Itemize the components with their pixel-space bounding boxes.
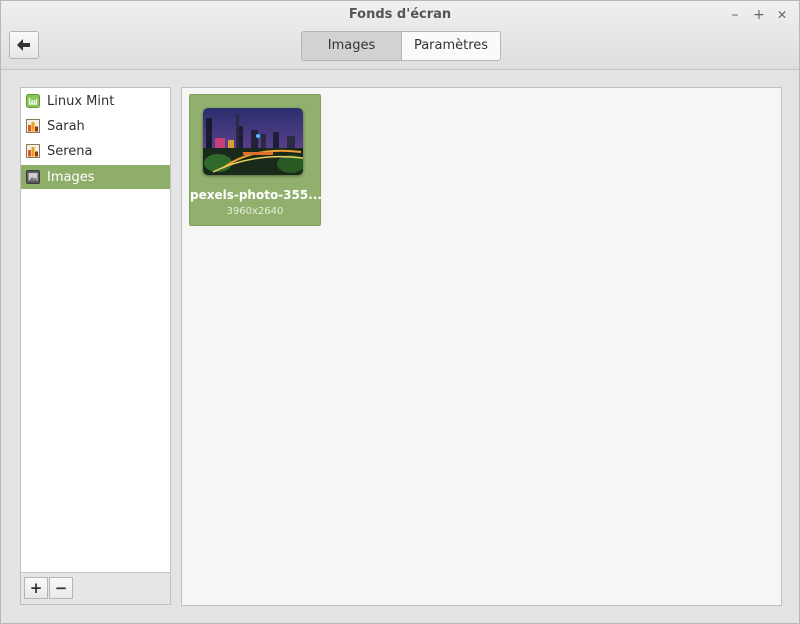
close-button[interactable]: ✕ xyxy=(772,5,792,25)
sidebar-item-label: Images xyxy=(47,169,95,185)
sidebar-item-label: Sarah xyxy=(47,118,85,134)
add-folder-button[interactable]: + xyxy=(24,577,48,599)
minimize-button[interactable]: – xyxy=(725,5,745,25)
view-switcher: Images Paramètres xyxy=(301,31,501,61)
sidebar-item-linux-mint[interactable]: Linux Mint xyxy=(21,89,170,113)
wallpaper-thumbnail[interactable]: pexels-photo-355... 3960x2640 xyxy=(189,94,322,226)
wallpaper-dimensions: 3960x2640 xyxy=(226,206,284,217)
wallpaper-window: Fonds d'écran – + ✕ Images Paramètres Li… xyxy=(0,0,800,624)
mint-logo-icon xyxy=(26,94,40,108)
city-night-photo xyxy=(203,108,303,175)
tab-parametres[interactable]: Paramètres xyxy=(402,32,500,60)
pictures-folder-icon xyxy=(26,170,40,184)
wallpaper-grid: pexels-photo-355... 3960x2640 xyxy=(181,87,782,606)
sidebar-toolbar: + − xyxy=(21,572,170,604)
maximize-button[interactable]: + xyxy=(749,5,769,25)
sidebar-item-serena[interactable]: Serena xyxy=(21,139,170,163)
sidebar-item-sarah[interactable]: Sarah xyxy=(21,114,170,138)
wallpaper-preview-image xyxy=(203,108,303,175)
wallpaper-filename: pexels-photo-355... xyxy=(190,188,322,202)
folder-image-icon xyxy=(26,119,40,133)
window-title: Fonds d'écran xyxy=(348,7,452,22)
arrow-left-icon xyxy=(17,39,30,51)
folder-image-icon xyxy=(26,144,40,158)
collection-sidebar: Linux Mint Sarah Serena Images + − xyxy=(20,87,171,605)
tab-images[interactable]: Images xyxy=(302,32,402,60)
back-button[interactable] xyxy=(9,31,39,59)
sidebar-item-images[interactable]: Images xyxy=(21,165,170,189)
titlebar: Fonds d'écran – + ✕ Images Paramètres xyxy=(1,1,799,70)
sidebar-item-label: Linux Mint xyxy=(47,93,115,109)
remove-folder-button[interactable]: − xyxy=(49,577,73,599)
sidebar-item-label: Serena xyxy=(47,143,93,159)
